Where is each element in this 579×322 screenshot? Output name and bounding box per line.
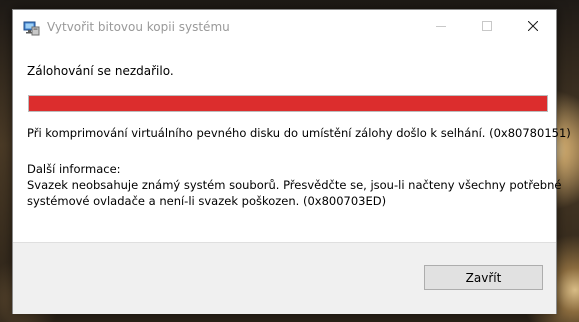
- dialog-content: Zálohování se nezdařilo. Při komprimován…: [13, 44, 571, 242]
- details-heading: Další informace:: [27, 162, 121, 176]
- backup-error-dialog: Vytvořit bitovou kopii systému Zálohován…: [12, 9, 571, 314]
- progress-fill: [29, 96, 547, 111]
- window-title: Vytvořit bitovou kopii systému: [47, 20, 230, 34]
- minimize-icon: [436, 26, 446, 27]
- system-image-backup-icon: [23, 19, 40, 36]
- close-icon: [528, 21, 538, 31]
- title-bar[interactable]: Vytvořit bitovou kopii systému: [13, 10, 556, 44]
- error-message: Při komprimování virtuálního pevného dis…: [27, 126, 571, 140]
- minimize-button[interactable]: [420, 10, 462, 44]
- close-button[interactable]: Zavřít: [424, 265, 543, 290]
- maximize-button[interactable]: [466, 10, 508, 44]
- progress-bar: [28, 95, 548, 112]
- details-line: Svazek neobsahuje známý systém souborů. …: [27, 178, 562, 192]
- dialog-footer: Zavřít: [13, 242, 556, 314]
- close-window-button[interactable]: [512, 10, 554, 44]
- maximize-icon: [482, 21, 492, 31]
- status-text: Zálohování se nezdařilo.: [27, 64, 174, 78]
- details-section: Další informace: Svazek neobsahuje známý…: [27, 161, 562, 209]
- details-line: systémové ovladače a není-li svazek pošk…: [27, 194, 387, 208]
